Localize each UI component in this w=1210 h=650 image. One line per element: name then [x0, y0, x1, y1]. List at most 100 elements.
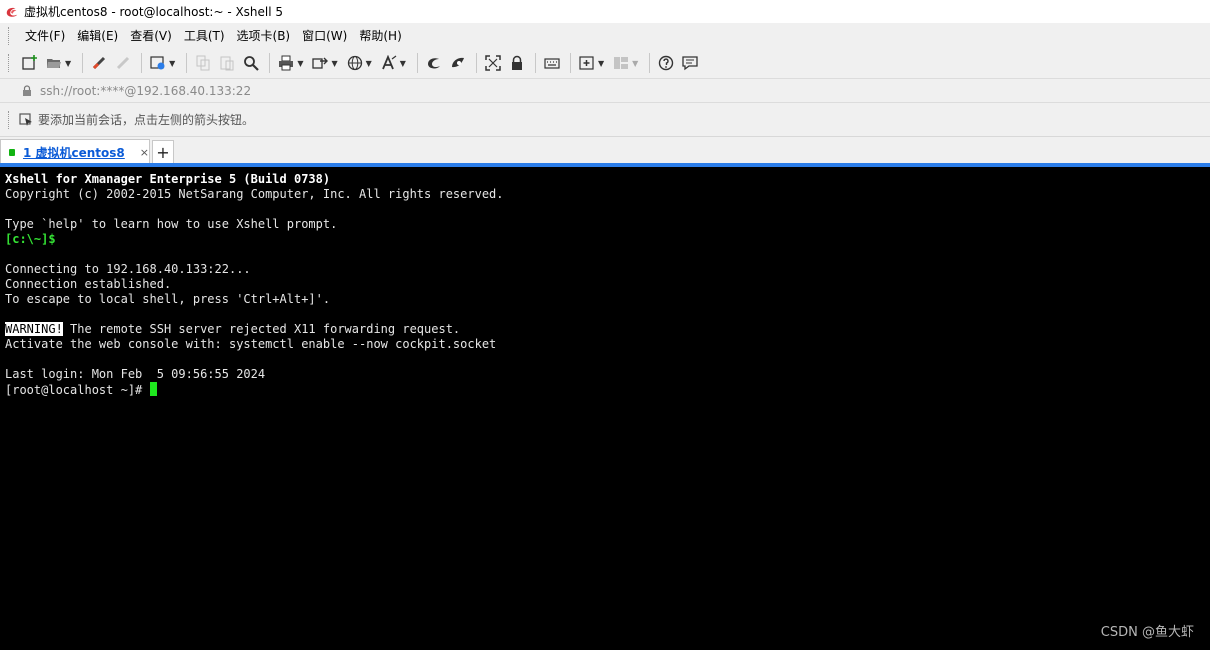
- terminal-line: Type `help' to learn how to use Xshell p…: [5, 217, 338, 231]
- fullscreen-button[interactable]: [482, 52, 504, 74]
- xmanager-icon: [451, 57, 464, 68]
- window-title: 虚拟机centos8 - root@localhost:~ - Xshell 5: [24, 5, 284, 19]
- open-button[interactable]: [43, 52, 65, 74]
- open-dropdown-icon[interactable]: ▼: [65, 59, 71, 68]
- connect-button[interactable]: [88, 52, 110, 74]
- terminal-line: Connection established.: [5, 277, 172, 291]
- find-button[interactable]: [240, 52, 262, 74]
- encoding-button[interactable]: [344, 52, 366, 74]
- toolbar-separator: [82, 53, 84, 73]
- new-tab-button[interactable]: +: [152, 140, 174, 164]
- layout-icon: [614, 57, 629, 69]
- copy-button[interactable]: [192, 52, 214, 74]
- tab-bar: 1 虚拟机centos8 × +: [0, 136, 1210, 165]
- properties-dropdown-icon[interactable]: ▼: [169, 59, 175, 68]
- terminal-warning-line: WARNING! The remote SSH server rejected …: [5, 322, 1210, 337]
- layout-button[interactable]: [610, 52, 632, 74]
- toolbar-separator: [534, 53, 536, 73]
- font-dropdown-icon[interactable]: ▼: [400, 59, 406, 68]
- toolbar-separator: [416, 53, 418, 73]
- transfer-dropdown-icon[interactable]: ▼: [331, 59, 337, 68]
- properties-icon: [150, 56, 165, 70]
- terminal-line: Xshell for Xmanager Enterprise 5 (Build …: [5, 172, 331, 186]
- xshell-logo-icon: [6, 7, 18, 17]
- transfer-button[interactable]: [309, 52, 331, 74]
- encoding-dropdown-icon[interactable]: ▼: [366, 59, 372, 68]
- print-dropdown-icon[interactable]: ▼: [297, 59, 303, 68]
- toolbar: ▼ ▼ ▼ ▼ ▼ ▼ ▼ ▼: [0, 48, 1210, 78]
- menu-window[interactable]: 窗口(W): [296, 26, 353, 46]
- toolbar-separator: [569, 53, 571, 73]
- copy-icon: [196, 55, 210, 71]
- menu-tools[interactable]: 工具(T): [178, 26, 231, 46]
- font-button[interactable]: [378, 52, 400, 74]
- print-icon: [279, 55, 294, 71]
- add-tab-dropdown-icon[interactable]: ▼: [598, 59, 604, 68]
- title-bar: 虚拟机centos8 - root@localhost:~ - Xshell 5: [0, 0, 1210, 23]
- toolbar-separator: [186, 53, 188, 73]
- terminal-line: Connecting to 192.168.40.133:22...: [5, 262, 251, 276]
- fullscreen-icon: [485, 55, 501, 71]
- disconnect-button[interactable]: [112, 52, 134, 74]
- session-hint-text: 要添加当前会话，点击左侧的箭头按钮。: [38, 113, 255, 127]
- terminal-area[interactable]: Xshell for Xmanager Enterprise 5 (Build …: [0, 167, 1210, 650]
- menu-edit[interactable]: 编辑(E): [71, 26, 124, 46]
- help-icon: [659, 55, 674, 71]
- help-button[interactable]: [655, 52, 677, 74]
- warning-badge: WARNING!: [5, 322, 63, 336]
- address-input[interactable]: ssh://root:****@192.168.40.133:22: [40, 84, 251, 98]
- properties-button[interactable]: [147, 52, 169, 74]
- toolbar-separator: [475, 53, 477, 73]
- hintbar-grip: [8, 110, 11, 129]
- terminal-line: Copyright (c) 2002-2015 NetSarang Comput…: [5, 187, 504, 201]
- toolbar-separator: [649, 53, 651, 73]
- connected-status-icon: [9, 149, 15, 156]
- csdn-watermark: CSDN @鱼大虾: [1100, 625, 1194, 640]
- menu-help[interactable]: 帮助(H): [353, 26, 407, 46]
- remote-prompt-line[interactable]: [root@localhost ~]#: [5, 382, 1210, 397]
- xftp-button[interactable]: [423, 52, 445, 74]
- keyboard-icon: [544, 58, 560, 69]
- menu-tabs[interactable]: 选项卡(B): [231, 26, 297, 46]
- globe-icon: [347, 55, 362, 71]
- menu-view[interactable]: 查看(V): [124, 26, 178, 46]
- lock-button[interactable]: [506, 52, 528, 74]
- menubar-grip: [8, 26, 11, 45]
- lock-icon: [23, 84, 31, 96]
- address-bar[interactable]: ssh://root:****@192.168.40.133:22: [0, 78, 1210, 102]
- terminal-line: To escape to local shell, press 'Ctrl+Al…: [5, 292, 331, 306]
- layout-dropdown-icon[interactable]: ▼: [632, 59, 638, 68]
- warning-message: The remote SSH server rejected X11 forwa…: [62, 322, 461, 336]
- toolbar-separator: [141, 53, 143, 73]
- new-session-icon: [22, 55, 37, 70]
- open-folder-icon: [47, 59, 61, 68]
- chat-button[interactable]: [679, 52, 701, 74]
- print-button[interactable]: [275, 52, 297, 74]
- font-icon: [381, 55, 397, 70]
- add-tab-button[interactable]: [576, 52, 598, 74]
- toolbar-separator: [269, 53, 271, 73]
- toolbar-grip: [8, 54, 11, 72]
- chat-icon: [682, 56, 698, 71]
- menu-file[interactable]: 文件(F): [19, 26, 71, 46]
- tab-session-1[interactable]: 1 虚拟机centos8 ×: [0, 139, 150, 165]
- transfer-icon: [312, 57, 329, 69]
- remote-prompt: [root@localhost ~]#: [5, 383, 150, 397]
- connect-icon: [93, 56, 106, 70]
- xmanager-button[interactable]: [447, 52, 469, 74]
- add-tab-icon: [579, 56, 594, 70]
- new-session-button[interactable]: [19, 52, 41, 74]
- add-session-arrow-icon[interactable]: [19, 112, 33, 127]
- menu-bar: 文件(F) 编辑(E) 查看(V) 工具(T) 选项卡(B) 窗口(W) 帮助(…: [0, 23, 1210, 48]
- tab-close-icon[interactable]: ×: [140, 146, 149, 159]
- session-hint-bar: 要添加当前会话，点击左侧的箭头按钮。: [0, 102, 1210, 136]
- tab-label[interactable]: 1 虚拟机centos8: [23, 144, 125, 161]
- paste-button[interactable]: [216, 52, 238, 74]
- keyboard-button[interactable]: [541, 52, 563, 74]
- xftp-icon: [427, 58, 440, 69]
- lock-icon: [511, 55, 522, 70]
